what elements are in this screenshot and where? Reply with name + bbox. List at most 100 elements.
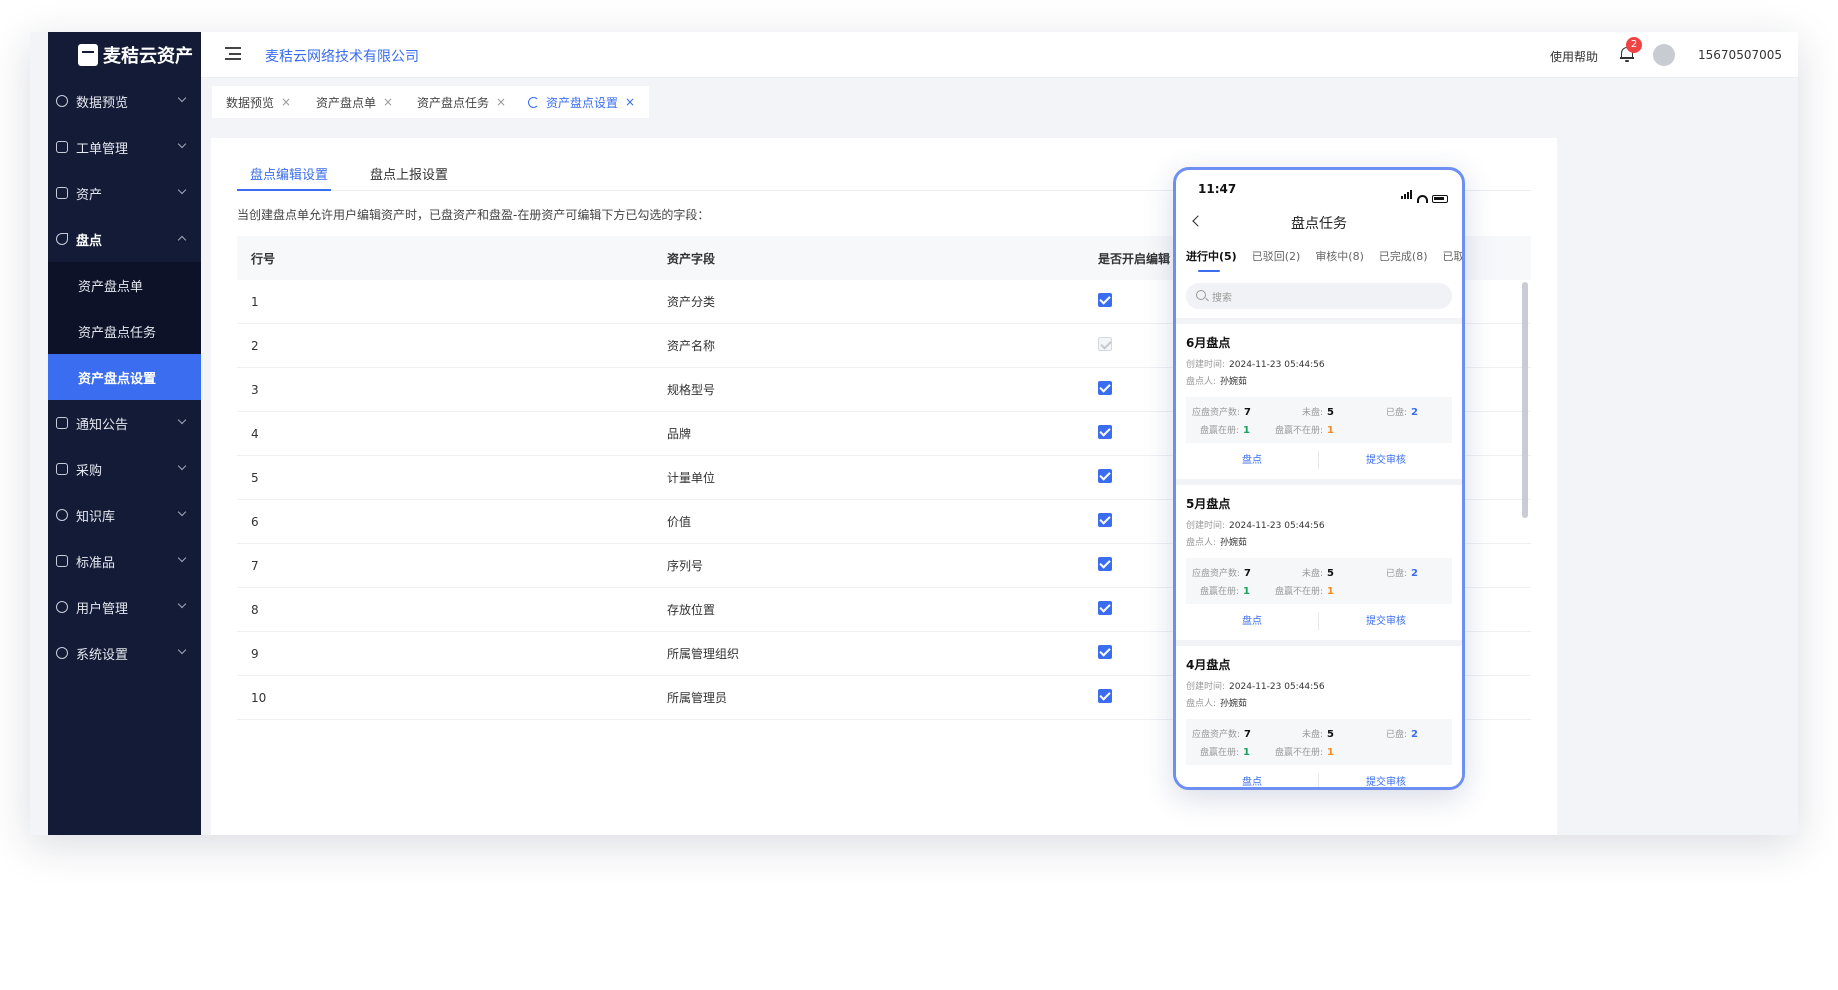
sidebar-item-label: 盘点 [76,233,103,249]
row-number: 7 [251,558,259,573]
sidebar-item-label: 标准品 [76,555,116,571]
tab-inventory-sheet[interactable]: 资产盘点单 × [302,86,408,118]
check-button[interactable]: 盘点 [1242,612,1262,627]
sidebar: 麦秸云资产 数据预览 工单管理 资产 盘点 资产盘点单 资产盘点任务 资产盘点设… [48,32,201,835]
sidebar-item-user-management[interactable]: 用户管理 [48,584,201,630]
page-tabs: 数据预览 × 资产盘点单 × 资产盘点任务 × 资产盘点设置 × [201,78,1798,118]
stat-due: 应盘资产数: 7 [1192,568,1252,579]
help-link[interactable]: 使用帮助 [1550,48,1598,65]
signal-icon [1401,184,1413,203]
field-name: 品牌 [667,427,692,441]
submit-review-button[interactable]: 提交审核 [1366,451,1406,466]
grid-icon [56,141,68,153]
row-number: 10 [251,690,267,705]
sidebar-subitem-inventory-task[interactable]: 资产盘点任务 [48,308,201,354]
sidebar-item-inventory[interactable]: 盘点 [48,216,201,262]
chevron-down-icon [177,139,187,149]
sidebar-item-label: 用户管理 [76,601,129,617]
edit-checkbox[interactable] [1098,601,1112,615]
divider [1318,773,1319,787]
check-button[interactable]: 盘点 [1242,773,1262,787]
edit-checkbox[interactable] [1098,425,1112,439]
close-icon[interactable]: × [496,95,506,109]
tab-label: 资产盘点任务 [417,95,490,110]
submit-review-button[interactable]: 提交审核 [1366,773,1406,787]
phone-tabs: 进行中(5) 已驳回(2) 审核中(8) 已完成(8) 已取 [1186,248,1463,264]
phone-tab-reviewing[interactable]: 审核中(8) [1315,248,1364,264]
edit-checkbox[interactable] [1098,557,1112,571]
phone-title: 盘点任务 [1291,216,1347,232]
field-name: 所属管理组织 [667,647,740,661]
chevron-down-icon [177,507,187,517]
database-icon [56,187,68,199]
logo-text: 麦秸云资产 [103,46,193,67]
sidebar-item-knowledge-base[interactable]: 知识库 [48,492,201,538]
chevron-down-icon [177,461,187,471]
close-icon[interactable]: × [625,95,635,109]
task-stats: 应盘资产数: 7 未盘: 5 已盘: 2 盘赢在册: 1 盘赢不在册: 1 [1186,397,1452,443]
stat-done: 已盘: 2 [1386,407,1419,418]
task-card[interactable]: 4月盘点 创建时间: 2024-11-23 05:44:56 盘点人: 孙婉茹 应盘资产数… [1176,646,1462,787]
logo[interactable]: 麦秸云资产 [48,32,201,78]
sidebar-subitem-inventory-sheet[interactable]: 资产盘点单 [48,262,201,308]
edit-checkbox[interactable] [1098,293,1112,307]
tab-report-settings[interactable]: 盘点上报设置 [370,164,448,183]
chevron-up-icon [177,235,187,245]
active-tab-indicator [237,189,331,191]
close-icon[interactable]: × [281,95,291,109]
wifi-icon [1417,195,1428,203]
field-name: 所属管理员 [667,691,728,705]
sidebar-item-label: 工单管理 [76,141,129,157]
phone-search-input[interactable]: 搜索 [1186,283,1452,309]
tab-edit-settings[interactable]: 盘点编辑设置 [250,164,328,183]
edit-checkbox[interactable] [1098,469,1112,483]
phone-tab-completed[interactable]: 已完成(8) [1379,248,1428,264]
username[interactable]: 15670507005 [1698,48,1782,62]
edit-checkbox[interactable] [1098,645,1112,659]
row-number: 6 [251,514,259,529]
task-stats: 应盘资产数: 7 未盘: 5 已盘: 2 盘赢在册: 1 盘赢不在册: 1 [1186,719,1452,765]
sidebar-item-assets[interactable]: 资产 [48,170,201,216]
field-name: 规格型号 [667,383,716,397]
company-name[interactable]: 麦秸云网络技术有限公司 [265,46,419,66]
task-card[interactable]: 5月盘点 创建时间: 2024-11-23 05:44:56 盘点人: 孙婉茹 应盘资产数… [1176,485,1462,640]
document-icon [56,463,68,475]
wrench-icon [56,233,68,245]
scrollbar[interactable] [1520,282,1530,726]
edit-checkbox[interactable] [1098,381,1112,395]
header-field: 资产字段 [667,251,716,266]
sidebar-item-notices[interactable]: 通知公告 [48,400,201,446]
stat-surplus-registered: 盘赢在册: 1 [1200,747,1251,758]
task-card[interactable]: 6月盘点 创建时间: 2024-11-23 05:44:56 盘点人: 孙婉茹 应盘资产数… [1176,324,1462,479]
phone-tab-rejected[interactable]: 已驳回(2) [1252,248,1301,264]
check-button[interactable]: 盘点 [1242,451,1262,466]
sidebar-item-standard-items[interactable]: 标准品 [48,538,201,584]
row-number: 5 [251,470,259,485]
avatar[interactable] [1653,44,1675,66]
phone-tab-cancelled[interactable]: 已取 [1443,248,1463,264]
stat-surplus-unregistered: 盘赢不在册: 1 [1275,586,1335,597]
edit-checkbox[interactable] [1098,689,1112,703]
task-created: 创建时间: 2024-11-23 05:44:56 [1186,682,1325,692]
task-name: 6月盘点 [1186,336,1231,350]
close-icon[interactable]: × [383,95,393,109]
tab-data-preview[interactable]: 数据预览 × [212,86,306,118]
sidebar-item-procurement[interactable]: 采购 [48,446,201,492]
submit-review-button[interactable]: 提交审核 [1366,612,1406,627]
phone-tab-in-progress[interactable]: 进行中(5) [1186,248,1237,264]
edit-checkbox[interactable] [1098,513,1112,527]
sidebar-item-system-settings[interactable]: 系统设置 [48,630,201,676]
tab-inventory-settings[interactable]: 资产盘点设置 × [514,86,650,118]
sidebar-item-work-orders[interactable]: 工单管理 [48,124,201,170]
tab-label: 数据预览 [226,95,275,110]
menu-toggle-icon[interactable] [225,47,241,60]
field-name: 存放位置 [667,603,716,617]
task-stats: 应盘资产数: 7 未盘: 5 已盘: 2 盘赢在册: 1 盘赢不在册: 1 [1186,558,1452,604]
stat-done: 已盘: 2 [1386,568,1419,579]
tab-inventory-task[interactable]: 资产盘点任务 × [403,86,521,118]
scrollbar-thumb[interactable] [1522,282,1528,518]
sidebar-subitem-inventory-settings[interactable]: 资产盘点设置 [48,354,201,400]
search-icon [1196,290,1206,300]
sidebar-item-data-preview[interactable]: 数据预览 [48,78,201,124]
task-actions: 盘点 提交审核 [1186,451,1452,471]
